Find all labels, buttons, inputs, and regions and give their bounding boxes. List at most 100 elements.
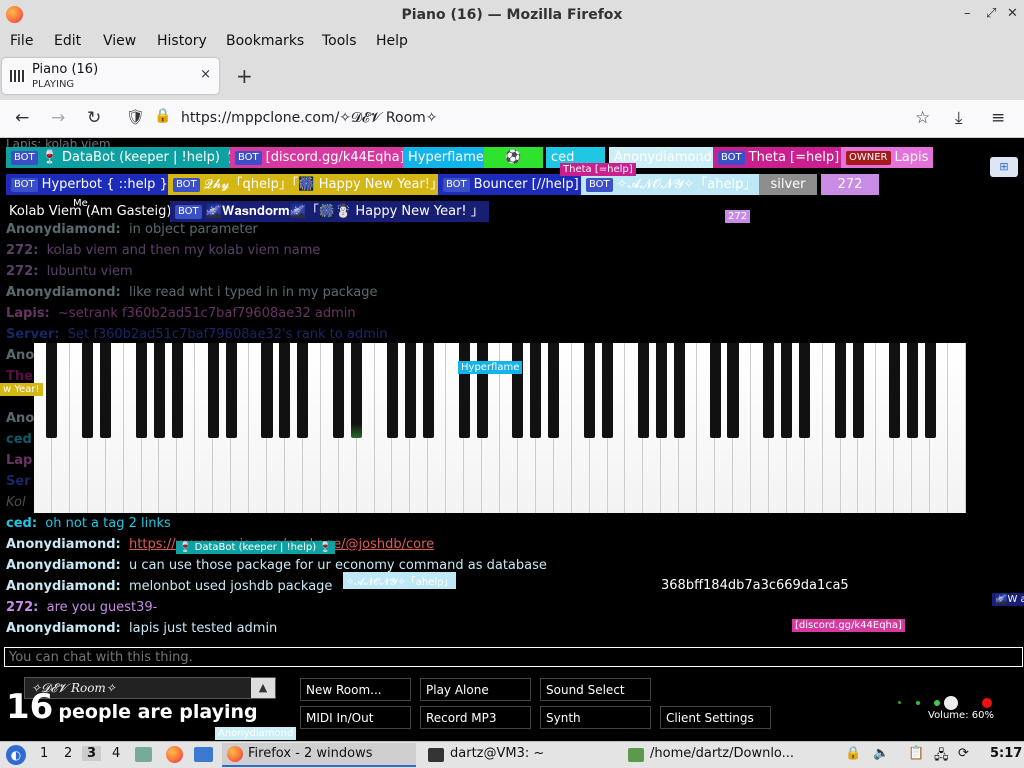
desktop-icon[interactable] <box>194 747 213 762</box>
black-key[interactable] <box>655 343 667 438</box>
taskbar-item-folder[interactable]: /home/dartz/Downlo... <box>624 743 822 767</box>
black-key[interactable] <box>781 343 793 438</box>
forward-icon[interactable]: → <box>51 108 65 128</box>
maximize-icon[interactable]: ⤢ <box>986 6 996 21</box>
shield-icon[interactable]: 🛡 <box>126 108 145 126</box>
lock-icon[interactable]: 🔒 <box>845 746 861 761</box>
white-key[interactable] <box>948 343 966 513</box>
black-key[interactable] <box>584 343 596 438</box>
lock-icon[interactable]: 🔒 <box>154 108 171 124</box>
user-chip-lapis[interactable]: OWNER Lapis <box>841 147 934 168</box>
user-chip-hyperflame[interactable]: Hyperflame <box>403 147 489 168</box>
firefox-launcher-icon[interactable] <box>166 746 183 763</box>
black-key[interactable] <box>530 343 542 438</box>
sound-select-button[interactable]: Sound Select <box>540 678 651 701</box>
black-key[interactable] <box>727 343 739 438</box>
user-chip-bouncer[interactable]: BOT Bouncer [//help] <box>438 174 584 195</box>
network-icon[interactable]: 🖧 <box>934 746 949 768</box>
user-chip-hyperbot[interactable]: BOT Hyperbot { ::help } <box>6 174 173 195</box>
black-key[interactable] <box>852 343 864 438</box>
new-tab-button[interactable]: + <box>236 64 253 88</box>
chat-prefix: Ano <box>6 411 35 426</box>
menu-bookmarks[interactable]: Bookmarks <box>226 33 304 49</box>
black-key[interactable] <box>225 343 237 438</box>
chat-input[interactable] <box>4 647 1023 667</box>
minimize-icon[interactable]: – <box>964 6 971 21</box>
black-key[interactable] <box>404 343 416 438</box>
reload-icon[interactable]: ↻ <box>87 108 101 128</box>
url-field[interactable]: https://mppclone.com/✧𝓓𝓔𝓥 Room✧ <box>181 110 438 126</box>
new-room-button[interactable]: New Room... <box>300 678 411 701</box>
user-chip-soccer[interactable]: ⚽ <box>484 147 543 168</box>
black-key[interactable] <box>709 343 721 438</box>
synth-button[interactable]: Synth <box>540 706 651 729</box>
play-alone-button[interactable]: Play Alone <box>420 678 531 701</box>
bookmark-star-icon[interactable]: ☆ <box>915 108 930 128</box>
menu-file[interactable]: File <box>10 33 33 49</box>
back-icon[interactable]: ← <box>15 108 29 128</box>
update-icon[interactable]: ⟳ <box>958 746 969 761</box>
user-chip-discord[interactable]: BOT [discord.gg/k44Eqha] <box>230 147 410 168</box>
menu-help[interactable]: Help <box>376 33 408 49</box>
black-key[interactable] <box>637 343 649 438</box>
black-key[interactable] <box>46 343 58 438</box>
user-chip-databot[interactable]: BOT 🍷 DataBot (keeper | !help) 🍷 <box>6 147 246 168</box>
black-key[interactable] <box>100 343 112 438</box>
black-key[interactable] <box>512 343 524 438</box>
client-settings-button[interactable]: Client Settings <box>660 706 771 729</box>
user-chip-anony[interactable]: BOT ✧𝓐𝓝𝓞𝓝𝓨✧「ahelp」 <box>581 174 762 195</box>
black-key[interactable] <box>351 343 363 438</box>
volume-icon[interactable]: 🔈 <box>873 746 889 761</box>
black-key[interactable] <box>673 343 685 438</box>
workspace-4[interactable]: 4 <box>112 746 120 761</box>
black-key[interactable] <box>924 343 936 438</box>
menu-tools[interactable]: Tools <box>322 33 357 49</box>
menu-edit[interactable]: Edit <box>54 33 81 49</box>
hamburger-menu-icon[interactable]: ≡ <box>991 108 1005 128</box>
translate-icon[interactable]: ⊞ <box>990 157 1018 177</box>
black-key[interactable] <box>601 343 614 438</box>
black-key[interactable] <box>261 343 273 438</box>
black-key[interactable] <box>548 343 560 438</box>
start-menu-icon[interactable]: ◐ <box>6 745 26 765</box>
black-key[interactable] <box>906 343 918 438</box>
black-key[interactable] <box>799 343 811 438</box>
taskbar-item-firefox[interactable]: Firefox - 2 windows <box>222 743 416 767</box>
user-chip-theta[interactable]: BOT Theta [=help] <box>713 147 845 168</box>
black-key[interactable] <box>834 343 847 438</box>
workspace-2[interactable]: 2 <box>64 746 72 761</box>
black-key[interactable] <box>171 343 183 438</box>
close-icon[interactable]: ✕ <box>1007 6 1018 21</box>
black-key[interactable] <box>207 343 219 438</box>
files-icon[interactable] <box>135 747 152 762</box>
user-chip-silver[interactable]: silver <box>759 174 817 195</box>
user-chip-wasndorm[interactable]: BOT 🌌𝐖𝐚𝐬𝐧𝐝𝐨𝐫𝐦🌌「🎆☃️ Happy New Year! 」 <box>170 201 489 222</box>
user-chip-qhy[interactable]: BOT 𝓠𝓱𝔂「qhelp」「🎆 Happy New Year!」 <box>168 174 449 195</box>
volume-knob[interactable] <box>898 696 992 710</box>
workspace-3[interactable]: 3 <box>82 746 102 761</box>
black-key[interactable] <box>763 343 775 438</box>
black-key[interactable] <box>458 343 470 438</box>
download-icon[interactable]: ⤓ <box>955 108 963 128</box>
black-key[interactable] <box>279 343 291 438</box>
menu-history[interactable]: History <box>157 33 207 49</box>
black-key[interactable] <box>297 343 309 438</box>
menu-view[interactable]: View <box>103 33 136 49</box>
tab-piano[interactable]: Piano (16) PLAYING × <box>2 58 219 94</box>
user-chip-272[interactable]: 272 <box>821 174 879 195</box>
black-key[interactable] <box>135 343 148 438</box>
black-key[interactable] <box>386 343 398 438</box>
midi-button[interactable]: MIDI In/Out <box>300 706 411 729</box>
record-mp3-button[interactable]: Record MP3 <box>420 706 531 729</box>
black-key[interactable] <box>82 343 94 438</box>
clipboard-icon[interactable]: 📋 <box>908 746 924 761</box>
black-key[interactable] <box>153 343 165 438</box>
workspace-1[interactable]: 1 <box>40 746 48 761</box>
black-key[interactable] <box>422 343 434 438</box>
black-key[interactable] <box>476 343 488 438</box>
black-key[interactable] <box>333 343 345 438</box>
black-key[interactable] <box>888 343 900 438</box>
taskbar-item-terminal[interactable]: dartz@VM3: ~ <box>422 743 620 767</box>
tab-close-icon[interactable]: × <box>200 67 211 82</box>
volume-handle[interactable] <box>944 696 958 710</box>
